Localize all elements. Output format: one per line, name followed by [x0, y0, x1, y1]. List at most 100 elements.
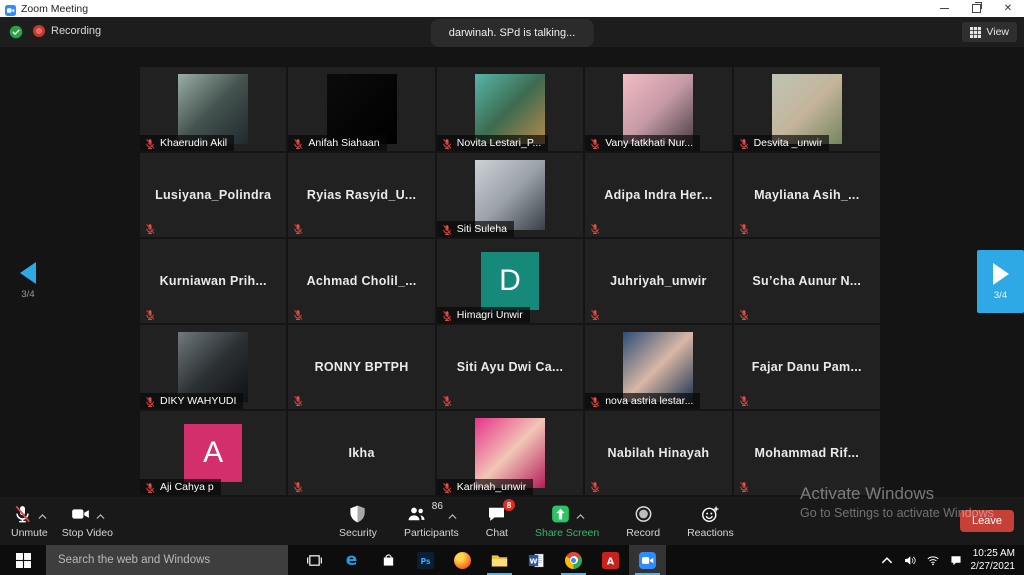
volume-icon[interactable] — [903, 553, 918, 567]
taskbar-clock[interactable]: 10:25 AM 2/27/2021 — [971, 547, 1024, 573]
participant-tile[interactable]: Siti Ayu Dwi Ca... — [437, 325, 583, 409]
muted-mic-icon — [441, 137, 453, 149]
participant-tile[interactable]: Khaerudin Akil — [140, 67, 286, 151]
participant-tile[interactable]: Su’cha Aunur N... — [734, 239, 880, 323]
next-page-button[interactable]: 3/4 — [977, 250, 1024, 313]
wifi-icon[interactable] — [926, 553, 941, 567]
participant-avatar — [623, 74, 693, 144]
taskbar-windows-store-icon[interactable] — [370, 545, 407, 575]
chevron-up-icon[interactable] — [38, 511, 47, 517]
participant-nameplate — [288, 477, 308, 495]
participant-tile[interactable]: Juhriyah_unwir — [585, 239, 731, 323]
muted-mic-icon — [292, 480, 304, 492]
participant-nameplate: Karlinah_unwir — [437, 479, 533, 495]
toolbar-share-screen-button[interactable]: Share Screen — [528, 497, 606, 545]
muted-mic-icon — [738, 222, 750, 234]
muted-mic-icon — [292, 222, 304, 234]
participant-nameplate — [585, 477, 605, 495]
taskbar-task-view-icon[interactable] — [296, 545, 333, 575]
participant-tile[interactable]: Siti Suleha — [437, 153, 583, 237]
toolbar-stop-video-button[interactable]: Stop Video — [55, 497, 120, 545]
participant-name-centered: Achmad Cholil_... — [288, 239, 434, 323]
participant-tile[interactable]: Vany fatkhati Nur... — [585, 67, 731, 151]
search-input[interactable] — [46, 553, 288, 567]
window-titlebar: Zoom Meeting ✕ — [0, 0, 1024, 17]
taskbar-zoom-icon[interactable] — [629, 545, 666, 575]
restore-button[interactable] — [960, 0, 992, 17]
muted-mic-icon — [144, 395, 156, 407]
toolbar-reactions-label: Reactions — [687, 527, 734, 539]
participant-tile[interactable]: Nabilah Hinayah — [585, 411, 731, 495]
participant-nameplate: Aji Cahya p — [140, 479, 221, 495]
taskbar-chrome-icon[interactable] — [555, 545, 592, 575]
chevron-up-icon[interactable] — [448, 511, 457, 517]
toolbar-reactions-button[interactable]: Reactions — [680, 497, 741, 545]
participant-tile[interactable]: Mayliana Asih_... — [734, 153, 880, 237]
participant-nameplate — [585, 219, 605, 237]
participant-tile[interactable]: Adipa Indra Her... — [585, 153, 731, 237]
chat-bubble-icon: 8 — [486, 504, 507, 524]
view-button[interactable]: View — [962, 22, 1017, 42]
participant-name-centered: Ryias Rasyid_U... — [288, 153, 434, 237]
taskbar-firefox-icon[interactable] — [444, 545, 481, 575]
participant-tile[interactable]: Karlinah_unwir — [437, 411, 583, 495]
taskbar-acrobat-icon[interactable]: A — [592, 545, 629, 575]
participant-tile[interactable]: Novita Lestari_P... — [437, 67, 583, 151]
participant-name-label: Siti Suleha — [457, 223, 507, 235]
participant-tile[interactable]: Lusiyana_Polindra — [140, 153, 286, 237]
participant-nameplate: DIKY WAHYUDI — [140, 393, 243, 409]
toolbar-stop-video-label: Stop Video — [62, 527, 113, 539]
toolbar-security-button[interactable]: Security — [332, 497, 384, 545]
chevron-left-icon — [20, 262, 36, 284]
muted-mic-icon — [738, 394, 750, 406]
toolbar-participants-button[interactable]: 86Participants — [397, 497, 466, 545]
participant-nameplate — [734, 391, 754, 409]
taskbar-word-icon[interactable]: W — [518, 545, 555, 575]
participant-tile[interactable]: AAji Cahya p — [140, 411, 286, 495]
photoshop-icon: Ps — [417, 552, 434, 569]
toolbar-unmute-button[interactable]: Unmute — [4, 497, 55, 545]
action-center-icon[interactable] — [949, 553, 964, 567]
participant-nameplate: Desvita _unwir — [734, 135, 830, 151]
chevron-up-icon[interactable] — [96, 511, 105, 517]
leave-button[interactable]: Leave — [960, 510, 1014, 532]
previous-page-button[interactable]: 3/4 — [10, 262, 46, 300]
chevron-up-icon[interactable] — [576, 511, 585, 517]
taskbar-search[interactable] — [46, 545, 288, 575]
participant-tile[interactable]: Kurniawan Prih... — [140, 239, 286, 323]
participant-tile[interactable]: Mohammad Rif... — [734, 411, 880, 495]
participant-tile[interactable]: Desvita _unwir — [734, 67, 880, 151]
muted-mic-icon — [589, 222, 601, 234]
participant-tile[interactable]: Ryias Rasyid_U... — [288, 153, 434, 237]
chevron-up-icon[interactable] — [880, 553, 895, 567]
start-button[interactable] — [0, 545, 46, 575]
encryption-shield-icon[interactable] — [9, 25, 23, 39]
taskbar-photoshop-icon[interactable]: Ps — [407, 545, 444, 575]
participant-tile[interactable]: Ikha — [288, 411, 434, 495]
toolbar-left-group: Unmute Stop Video — [4, 497, 120, 545]
toolbar-center-group: Security 86Participants 8Chat Share Screen R… — [332, 497, 741, 545]
participants-icon — [406, 504, 427, 524]
toolbar-record-button[interactable]: Record — [619, 497, 667, 545]
participant-tile[interactable]: Achmad Cholil_... — [288, 239, 434, 323]
toolbar-chat-button[interactable]: 8Chat — [479, 497, 515, 545]
muted-mic-icon — [12, 504, 33, 524]
task-view-icon — [306, 552, 323, 569]
participant-tile[interactable]: Anifah Siahaan — [288, 67, 434, 151]
close-button[interactable]: ✕ — [992, 0, 1024, 17]
taskbar-apps: e Ps W A — [296, 545, 666, 575]
participant-tile[interactable]: DHimagri Unwir — [437, 239, 583, 323]
participant-avatar — [178, 332, 248, 402]
taskbar-edge-icon[interactable]: e — [333, 545, 370, 575]
participant-tile[interactable]: Fajar Danu Pam... — [734, 325, 880, 409]
recording-label: Recording — [51, 25, 101, 37]
file-explorer-icon — [491, 552, 508, 569]
participant-tile[interactable]: DIKY WAHYUDI — [140, 325, 286, 409]
video-camera-icon — [70, 504, 91, 524]
minimize-button[interactable] — [928, 0, 960, 17]
participant-tile[interactable]: nova astria lestar... — [585, 325, 731, 409]
taskbar-file-explorer-icon[interactable] — [481, 545, 518, 575]
zoom-icon — [639, 552, 656, 569]
participant-tile[interactable]: RONNY BPTPH — [288, 325, 434, 409]
participant-nameplate — [585, 305, 605, 323]
